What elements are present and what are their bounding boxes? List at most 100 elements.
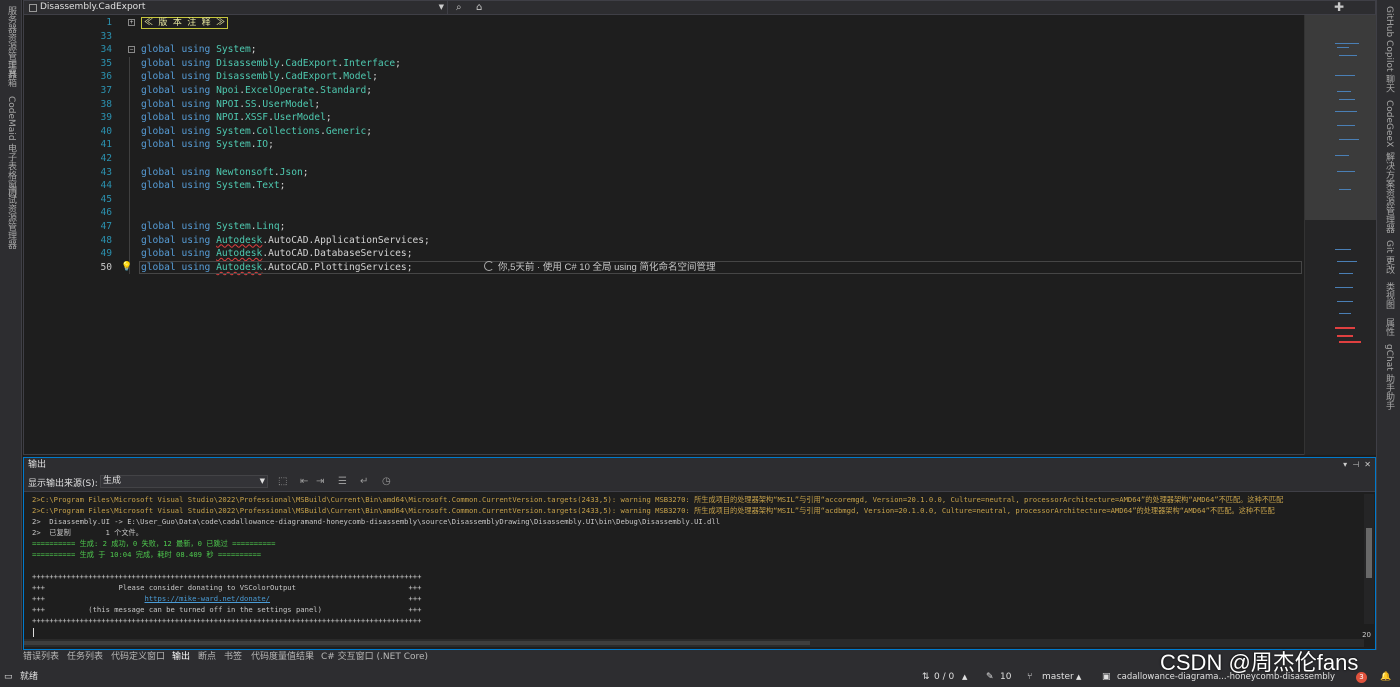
bell-icon[interactable]: 🔔: [1380, 668, 1391, 687]
code-line[interactable]: 48 global using Autodesk.AutoCAD.Applicat…: [24, 233, 1302, 248]
plus-icon[interactable]: ✚: [1334, 1, 1344, 14]
sync-icon[interactable]: ⇅: [922, 668, 930, 687]
code-text: global using System.Collections.Generic;: [141, 125, 373, 137]
line-number: 49: [100, 248, 112, 260]
prev-message-icon[interactable]: ⇤: [300, 475, 308, 488]
left-rail-tab[interactable]: 测试资源管理器: [5, 186, 17, 249]
project-dropdown[interactable]: Disassembly.CadExport ▼: [26, 1, 448, 14]
minimap-mark: [1335, 287, 1353, 288]
minimap-mark: [1337, 91, 1351, 92]
pin-icon[interactable]: ⊣: [1352, 460, 1359, 469]
word-wrap-icon[interactable]: ↵: [360, 475, 368, 488]
project-dropdown-label: Disassembly.CadExport: [40, 2, 146, 12]
output-line: +++ https://mike-ward.net/donate/ +++: [32, 594, 422, 603]
right-rail-tab[interactable]: 助手助手: [1383, 374, 1395, 410]
output-zoom-level[interactable]: 20: [1362, 631, 1371, 639]
code-line[interactable]: 45: [24, 192, 1302, 207]
left-rail-tab[interactable]: 工具箱: [5, 60, 17, 87]
code-line[interactable]: 43 global using Newtonsoft.Json;: [24, 165, 1302, 180]
lightbulb-icon[interactable]: 💡: [121, 261, 132, 275]
code-line[interactable]: 41 global using System.IO;: [24, 138, 1302, 152]
scrollbar-thumb[interactable]: [1366, 528, 1372, 578]
code-line[interactable]: 46: [24, 206, 1302, 220]
clear-all-icon[interactable]: ☰: [338, 475, 347, 488]
tab-error-list[interactable]: 错误列表: [23, 651, 59, 663]
clock-icon[interactable]: ◷: [382, 475, 391, 488]
code-line[interactable]: 40 global using System.Collections.Generi…: [24, 124, 1302, 139]
indent-guide: [129, 247, 130, 261]
next-message-icon[interactable]: ⇥: [316, 475, 324, 488]
goto-location-icon[interactable]: ⬚: [278, 475, 287, 488]
minimap-mark: [1337, 47, 1349, 48]
status-edits[interactable]: 10: [1000, 668, 1011, 687]
right-rail-tab[interactable]: GitHub Copilot 聊天: [1383, 6, 1395, 92]
code-area[interactable]: 1 + ≪ 版 本 注 释 ≫ 33 34− global using System; 35…: [24, 15, 1302, 455]
code-text: global using Autodesk.AutoCAD.Applicatio…: [141, 234, 430, 246]
tab-code-definition[interactable]: 代码定义窗口: [111, 651, 165, 663]
code-line[interactable]: 49 global using Autodesk.AutoCAD.Database…: [24, 247, 1302, 261]
code-line[interactable]: 33: [24, 30, 1302, 44]
code-line[interactable]: 47 global using System.Linq;: [24, 220, 1302, 234]
code-line[interactable]: 50 global using Autodesk.AutoCAD.Plotting…: [24, 260, 1302, 275]
code-line[interactable]: 42: [24, 152, 1302, 166]
output-source-select[interactable]: 生成 ▼: [100, 475, 268, 488]
current-line-highlight: [139, 260, 1302, 275]
minimap-mark: [1335, 75, 1355, 76]
home-icon[interactable]: ⌂: [476, 1, 482, 14]
output-text[interactable]: 2>C:\Program Files\Microsoft Visual Stud…: [32, 494, 1362, 634]
right-rail-tab[interactable]: CodeGeeX: [1383, 100, 1395, 147]
code-line[interactable]: 34 − global using System;: [24, 43, 1302, 57]
right-rail-tab[interactable]: gChat: [1383, 344, 1395, 371]
tab-csharp-interactive[interactable]: C# 交互窗口 (.NET Core): [321, 651, 428, 663]
minimap-mark: [1337, 171, 1355, 172]
code-line[interactable]: 38 global using NPOI.SS.UserModel;: [24, 97, 1302, 112]
chevron-down-icon[interactable]: ▾: [1343, 460, 1347, 469]
line-number: 39: [100, 112, 112, 124]
git-blame-annotation[interactable]: 你,5天前 · 使用 C# 10 全局 using 简化命名空间管理: [484, 260, 716, 275]
fold-collapse-icon[interactable]: −: [128, 46, 135, 54]
minimap-mark: [1335, 43, 1359, 44]
close-icon[interactable]: ✕: [1364, 460, 1371, 469]
tab-breakpoints[interactable]: 断点: [198, 651, 216, 663]
status-sync[interactable]: 0 / 0: [934, 668, 954, 687]
minimap-mark: [1339, 313, 1351, 314]
tab-task-list[interactable]: 任务列表: [67, 651, 103, 663]
ide-window: 服务器资源管理器 工具箱 CodeMaid 电子表格窗口 测试资源管理器 Dis…: [0, 0, 1400, 687]
search-icon[interactable]: ⌕: [456, 1, 462, 14]
donate-link[interactable]: https://mike-ward.net/donate/: [145, 594, 271, 603]
left-rail-tab[interactable]: CodeMaid 电子表格窗口: [5, 96, 17, 197]
tab-code-metrics[interactable]: 代码度量值结果: [251, 651, 314, 663]
repo-icon[interactable]: ▣: [1102, 668, 1111, 687]
right-rail-tab[interactable]: 解决方案资源管理器: [1383, 152, 1395, 233]
code-line[interactable]: 37 global using Npoi.ExcelOperate.Standar…: [24, 84, 1302, 98]
right-rail-tab[interactable]: 属性: [1383, 318, 1395, 336]
minimap-mark: [1339, 55, 1357, 56]
indent-guide: [129, 233, 130, 248]
status-branch[interactable]: master: [1042, 668, 1074, 687]
pencil-icon[interactable]: ✎: [986, 668, 994, 687]
output-vertical-scrollbar[interactable]: [1364, 494, 1374, 624]
indent-guide: [129, 192, 130, 207]
code-editor[interactable]: Disassembly.CadExport ▼ ⌕ ⌂ ✚ 1 + ≪ 版 本 注 …: [23, 0, 1377, 455]
fold-expand-icon[interactable]: +: [128, 19, 135, 26]
code-line[interactable]: 1 + ≪ 版 本 注 释 ≫: [24, 16, 1302, 30]
scrollbar-thumb[interactable]: [24, 641, 810, 645]
collapsed-region[interactable]: ≪ 版 本 注 释 ≫: [141, 17, 229, 29]
line-number: 38: [100, 98, 112, 110]
code-line[interactable]: 44 global using System.Text;: [24, 179, 1302, 193]
line-number: 44: [100, 180, 112, 192]
right-rail-tab[interactable]: 类视图: [1383, 282, 1395, 309]
indent-guide: [129, 220, 130, 234]
output-title-bar: 输出 ▾ ⊣ ✕: [24, 458, 1375, 472]
tab-output[interactable]: 输出: [172, 651, 190, 663]
right-rail-tab[interactable]: Git 更改: [1383, 240, 1395, 274]
tab-bookmarks[interactable]: 书签: [224, 651, 242, 663]
minimap[interactable]: [1304, 15, 1377, 455]
branch-icon[interactable]: ⑂: [1027, 668, 1032, 687]
spinner-icon: [484, 260, 494, 271]
code-line[interactable]: 36 global using Disassembly.CadExport.Mod…: [24, 70, 1302, 84]
indent-guide: [129, 56, 130, 71]
code-line[interactable]: 35 global using Disassembly.CadExport.Int…: [24, 56, 1302, 71]
code-line[interactable]: 39 global using NPOI.XSSF.UserModel;: [24, 111, 1302, 125]
output-line: ========== 生成 于 10:04 完成，耗时 08.409 秒 ===…: [32, 550, 262, 559]
